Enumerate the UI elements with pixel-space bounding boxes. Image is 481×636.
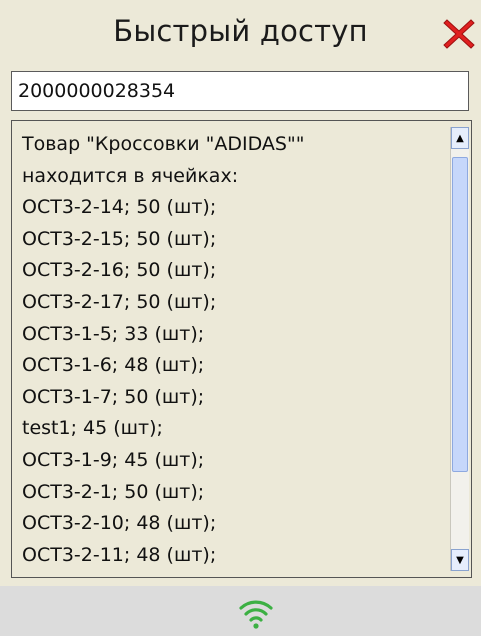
wifi-icon — [238, 596, 274, 630]
title-bar: Быстрый доступ — [0, 0, 481, 64]
result-line: ОСТ3-2-16; 50 (шт); — [22, 259, 217, 282]
result-line: находится в ячейках: — [22, 164, 239, 187]
results-text: Товар "Кроссовки "ADIDAS"" находится в яч… — [22, 129, 445, 571]
result-line: ОСТ3-2-15; 50 (шт); — [22, 227, 217, 250]
result-line: ОСТ3-2-17; 50 (шт); — [22, 290, 217, 313]
scroll-up-arrow-icon[interactable]: ▲ — [451, 127, 469, 149]
close-icon — [443, 19, 475, 49]
results-list[interactable]: Товар "Кроссовки "ADIDAS"" находится в яч… — [11, 120, 472, 578]
result-line: ОСТ3-2-10; 48 (шт); — [22, 512, 217, 535]
page-title: Быстрый доступ — [113, 14, 368, 48]
result-line: ОСТ3-1-9; 45 (шт); — [22, 448, 205, 471]
result-line: test1; 45 (шт); — [22, 417, 163, 440]
scroll-down-arrow-icon[interactable]: ▼ — [451, 549, 469, 571]
result-line: ОСТ3-1-5; 33 (шт); — [22, 322, 205, 345]
result-line: ОСТ3-2-14; 50 (шт); — [22, 196, 217, 219]
close-button[interactable] — [441, 16, 477, 52]
result-line: ОСТ3-2-11; 48 (шт); — [22, 543, 217, 566]
result-line: ОСТ3-1-7; 50 (шт); — [22, 385, 205, 408]
result-line: ОСТ3-2-1; 50 (шт); — [22, 480, 205, 503]
vertical-scrollbar[interactable]: ▲ ▼ — [450, 127, 469, 571]
result-line: Товар "Кроссовки "ADIDAS"" — [22, 133, 305, 155]
barcode-input[interactable] — [11, 71, 469, 111]
scroll-thumb[interactable] — [452, 157, 468, 472]
result-line: ОСТ3-1-6; 48 (шт); — [22, 354, 205, 377]
